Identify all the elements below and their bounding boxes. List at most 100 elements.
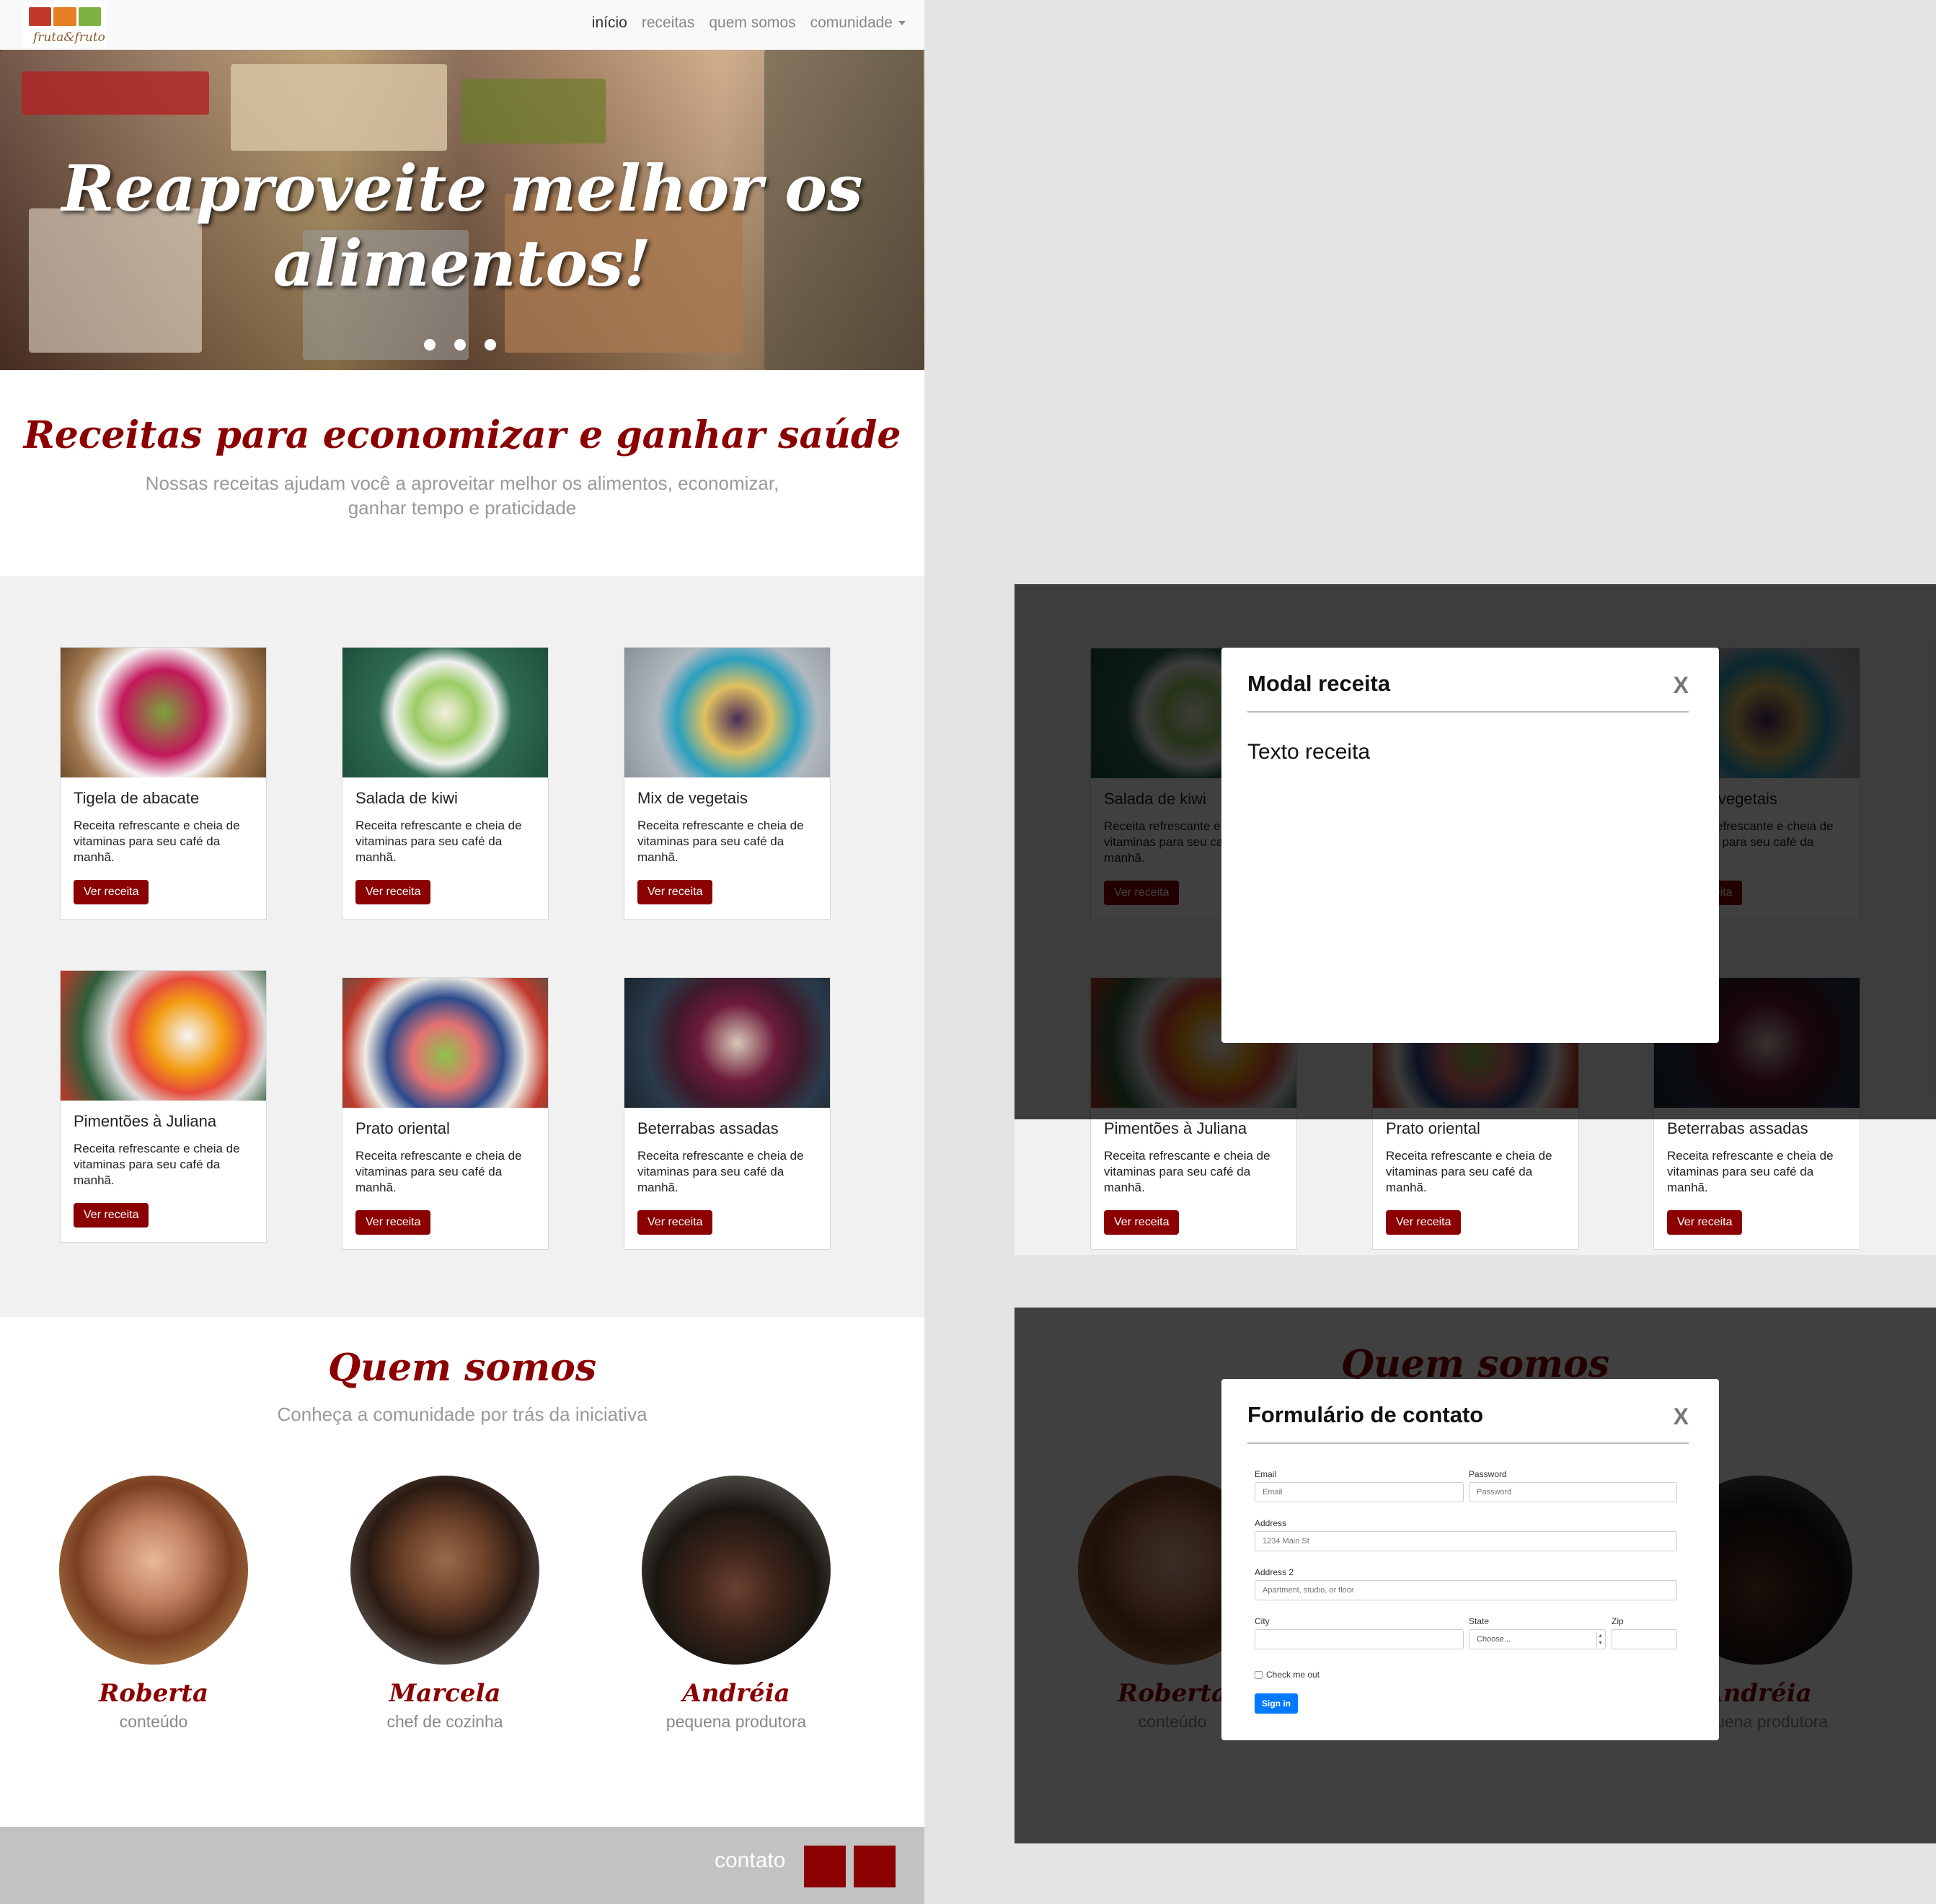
logo-text: fruta&fruto: [33, 30, 105, 45]
password-label: Password: [1469, 1469, 1507, 1479]
recipe-title: Tigela de abacate: [74, 789, 200, 807]
recipe-description: Receita refrescante e cheia de vitaminas…: [1667, 1149, 1834, 1194]
carousel-dot-1[interactable]: [424, 339, 436, 351]
zip-field[interactable]: [1612, 1629, 1677, 1649]
carousel-dot-2[interactable]: [454, 339, 466, 351]
state-label: State: [1469, 1616, 1490, 1626]
nav-link-quem-somos[interactable]: quem somos: [709, 14, 795, 32]
member-name: Marcela: [389, 1679, 501, 1708]
select-arrows-icon: ▴ ▾: [1596, 1632, 1604, 1647]
nav-link-comunidade: comunidade: [810, 14, 893, 31]
navbar: fruta&fruto início receitas quem somos c…: [0, 0, 924, 50]
nav-links: início receitas quem somos comunidade: [592, 14, 906, 32]
member-role: chef de cozinha: [386, 1712, 503, 1731]
city-field[interactable]: [1255, 1629, 1464, 1649]
logo-crates-image: [29, 7, 101, 26]
recipe-modal: Modal receita X Texto receita: [1221, 648, 1719, 1043]
avatar: [350, 1476, 539, 1665]
recipe-description: Receita refrescante e cheia de vitaminas…: [74, 819, 240, 864]
member-role: conteúdo: [119, 1712, 188, 1731]
email-label: Email: [1255, 1469, 1277, 1479]
recipes-section: Tigela de abacate Receita refrescante e …: [0, 576, 924, 1317]
team-member: Andréia pequena produtora: [642, 1476, 831, 1732]
ver-receita-button[interactable]: Ver receita: [1667, 1210, 1743, 1235]
recipe-description: Receita refrescante e cheia de vitaminas…: [74, 1142, 240, 1187]
team-member: Marcela chef de cozinha: [350, 1476, 539, 1732]
landing-page: fruta&fruto início receitas quem somos c…: [0, 0, 924, 1904]
chevron-down-icon: [898, 21, 906, 26]
address-field[interactable]: [1255, 1531, 1677, 1551]
recipe-card: Beterrabas assadas Receita refrescante e…: [624, 977, 831, 1250]
about-title: Quem somos: [327, 1346, 597, 1390]
ver-receita-button[interactable]: Ver receita: [637, 880, 713, 904]
ver-receita-button[interactable]: Ver receita: [355, 1210, 431, 1235]
close-icon[interactable]: X: [1674, 1403, 1689, 1430]
nav-link-receitas[interactable]: receitas: [642, 14, 695, 32]
state-select[interactable]: Choose... ▴ ▾: [1469, 1629, 1606, 1649]
email-field[interactable]: [1255, 1482, 1464, 1502]
modal-title: Modal receita: [1247, 671, 1391, 696]
checkbox-input[interactable]: [1255, 1671, 1263, 1679]
avatar: [59, 1476, 248, 1665]
social-square-1[interactable]: [804, 1846, 846, 1887]
recipe-title: Pimentões à Juliana: [74, 1112, 217, 1130]
carousel-dot-3[interactable]: [485, 339, 496, 351]
member-name: Andréia: [682, 1679, 790, 1708]
zip-label: Zip: [1612, 1616, 1624, 1626]
modal-title: Formulário de contato: [1247, 1402, 1484, 1427]
about-subtitle: Conheça a comunidade por trás da iniciat…: [277, 1403, 647, 1425]
member-role: pequena produtora: [666, 1712, 807, 1731]
close-icon[interactable]: X: [1674, 672, 1689, 699]
recipe-image: [342, 648, 548, 777]
intro-section: Receitas para economizar e ganhar saúde …: [0, 370, 924, 576]
ver-receita-button[interactable]: Ver receita: [637, 1210, 713, 1235]
address-label: Address: [1255, 1518, 1287, 1528]
recipe-description: Receita refrescante e cheia de vitaminas…: [355, 1149, 522, 1194]
recipe-image: [624, 978, 830, 1108]
ver-receita-button[interactable]: Ver receita: [74, 880, 149, 904]
avatar: [642, 1476, 831, 1665]
recipe-description: Receita refrescante e cheia de vitaminas…: [1104, 1149, 1270, 1194]
nav-dropdown-comunidade[interactable]: comunidade: [810, 14, 906, 32]
modal-body-text: Texto receita: [1247, 740, 1371, 764]
footer-contact-label[interactable]: contato: [715, 1848, 785, 1873]
contact-modal-screenshot: Quem somos Roberta conteúdo Andréia pequ…: [1015, 1308, 1936, 1843]
about-section: Quem somos Conheça a comunidade por trás…: [0, 1317, 924, 1827]
ver-receita-button[interactable]: Ver receita: [1104, 1210, 1180, 1235]
recipe-description: Receita refrescante e cheia de vitaminas…: [637, 819, 804, 864]
intro-subtitle: Nossas receitas ajudam você a aproveitar…: [145, 472, 779, 519]
recipe-image: [61, 971, 266, 1101]
address2-field[interactable]: [1255, 1580, 1677, 1600]
social-square-2[interactable]: [854, 1846, 896, 1887]
intro-title: Receitas para economizar e ganhar saúde: [23, 413, 901, 457]
hero-title: Reaproveite melhor os alimentos!: [61, 151, 863, 301]
recipe-title: Salada de kiwi: [355, 789, 458, 807]
recipe-card: Tigela de abacate Receita refrescante e …: [60, 647, 267, 920]
password-field[interactable]: [1469, 1482, 1677, 1502]
nav-link-inicio[interactable]: início: [592, 14, 627, 32]
ver-receita-button[interactable]: Ver receita: [74, 1203, 149, 1228]
ver-receita-button[interactable]: Ver receita: [355, 880, 431, 904]
team-member: Roberta conteúdo: [59, 1476, 248, 1732]
checkbox-label: Check me out: [1266, 1670, 1320, 1680]
member-name: Roberta: [99, 1679, 208, 1708]
recipe-title: Beterrabas assadas: [637, 1119, 779, 1137]
recipe-title: Prato oriental: [355, 1119, 450, 1137]
recipe-card: Pimentões à Juliana Receita refrescante …: [60, 970, 267, 1243]
sign-in-button[interactable]: Sign in: [1255, 1693, 1298, 1714]
recipe-modal-screenshot: Salada de kiwi Receita refrescante e che…: [1015, 584, 1936, 1255]
recipe-image: [61, 648, 266, 777]
ver-receita-button[interactable]: Ver receita: [1386, 1210, 1462, 1235]
hero-carousel: Reaproveite melhor os alimentos!: [0, 50, 924, 370]
city-label: City: [1255, 1616, 1270, 1626]
recipe-description: Receita refrescante e cheia de vitaminas…: [1386, 1149, 1552, 1194]
recipe-image: [624, 648, 830, 777]
carousel-indicators: [424, 339, 496, 351]
recipe-description: Receita refrescante e cheia de vitaminas…: [637, 1149, 804, 1194]
modal-divider: [1247, 711, 1689, 713]
recipe-image: [342, 978, 548, 1108]
modal-divider: [1247, 1442, 1689, 1444]
logo[interactable]: fruta&fruto: [23, 1, 107, 48]
recipe-card: Prato oriental Receita refrescante e che…: [342, 977, 549, 1250]
state-selected-value: Choose...: [1477, 1635, 1511, 1644]
